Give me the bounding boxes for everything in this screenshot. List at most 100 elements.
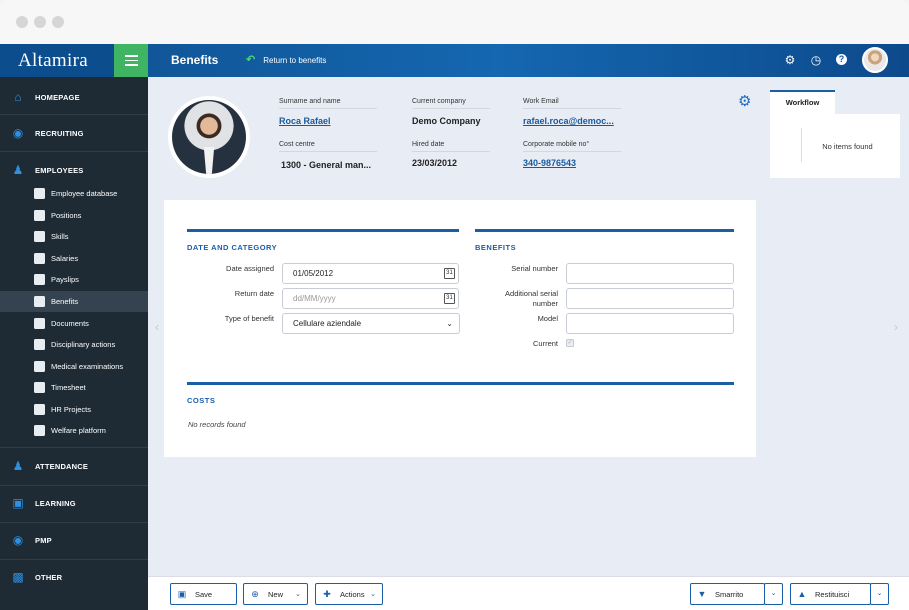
restituisci-button[interactable]: ▲ Restituisci — [790, 583, 871, 605]
restituisci-dropdown-button[interactable]: ⌄ — [870, 583, 889, 605]
tab-workflow[interactable]: Workflow — [770, 90, 835, 114]
return-arrow-icon: ↶ — [246, 54, 256, 66]
timesheet-icon — [34, 382, 45, 393]
sidebar-item-label: Skills — [51, 232, 69, 241]
sidebar-section-homepage[interactable]: ⌂ HOMEPAGE — [0, 79, 148, 115]
chevron-down-icon: ⌄ — [370, 591, 376, 598]
sidebar-item-medical-examinations[interactable]: Medical examinations — [0, 356, 148, 377]
learning-icon: ▣ — [12, 496, 24, 510]
smarrito-button[interactable]: ▼ Smarrito — [690, 583, 765, 605]
surname-label: Surname and name — [279, 98, 377, 109]
workflow-tab-strip — [835, 90, 900, 114]
welfare-icon — [34, 425, 45, 436]
actions-label: Actions — [340, 589, 365, 599]
hired-date-label: Hired date — [412, 141, 490, 152]
pmp-icon: ◉ — [12, 533, 24, 547]
sidebar-item-hr-projects[interactable]: HR Projects — [0, 399, 148, 420]
section-bar — [187, 229, 459, 232]
sidebar-section-learning[interactable]: ▣ LEARNING — [0, 485, 148, 521]
calendar-icon[interactable]: 31 — [444, 293, 455, 304]
return-to-benefits-link[interactable]: ↶ Return to benefits — [246, 44, 326, 77]
sidebar-item-label: Employee database — [51, 189, 118, 198]
save-button[interactable]: ▣ Save — [170, 583, 237, 605]
section-bar — [187, 382, 734, 385]
new-button[interactable]: ⊕ New ⌄ — [243, 583, 308, 605]
additional-serial-input[interactable] — [566, 288, 734, 309]
sidebar-section-other[interactable]: ▩ OTHER — [0, 559, 148, 595]
database-icon — [34, 188, 45, 199]
sidebar-item-label: Documents — [51, 319, 89, 328]
smarrito-dropdown-button[interactable]: ⌄ — [764, 583, 783, 605]
org-chart-icon — [34, 210, 45, 221]
sidebar-section-recruiting[interactable]: ◉ RECRUITING — [0, 115, 148, 151]
date-category-title: DATE AND CATEGORY — [187, 243, 278, 252]
sidebar-item-label: Payslips — [51, 275, 79, 284]
sidebar-item-disciplinary-actions[interactable]: Disciplinary actions — [0, 334, 148, 355]
page-title: Benefits — [171, 53, 219, 67]
sidebar-section-label: ATTENDANCE — [35, 461, 89, 471]
new-label: New — [268, 589, 284, 599]
sidebar-section-pmp[interactable]: ◉ PMP — [0, 522, 148, 558]
settings-icon[interactable]: ⚙ — [783, 53, 797, 67]
gear-icon[interactable]: ⚙ — [738, 94, 754, 110]
type-of-benefit-select[interactable]: Cellulare aziendale ⌄ — [282, 313, 460, 334]
user-avatar[interactable] — [862, 47, 888, 73]
previous-arrow-icon[interactable]: ‹ — [155, 320, 159, 334]
sidebar-item-timesheet[interactable]: Timesheet — [0, 377, 148, 398]
sidebar-item-label: Medical examinations — [51, 362, 124, 371]
home-icon: ⌂ — [14, 90, 22, 104]
email-link[interactable]: rafael.roca@democ... — [523, 116, 623, 126]
sidebar-item-employee-database[interactable]: Employee database — [0, 183, 148, 204]
menu-toggle-button[interactable] — [114, 44, 148, 77]
calendar-icon[interactable]: 31 — [444, 268, 455, 279]
sidebar-section-label: PMP — [35, 535, 52, 545]
sidebar-item-skills[interactable]: Skills — [0, 226, 148, 247]
section-bar — [475, 229, 734, 232]
actions-button[interactable]: ✚ Actions ⌄ — [315, 583, 383, 605]
chevron-down-icon: ⌄ — [446, 319, 453, 328]
help-icon[interactable]: ? — [836, 54, 847, 65]
attendance-icon: ♟ — [12, 459, 24, 473]
window-dot-close[interactable] — [16, 16, 28, 28]
recruiting-icon: ◉ — [12, 126, 24, 140]
sidebar-item-positions[interactable]: Positions — [0, 205, 148, 226]
app-logo[interactable]: Altamira — [0, 44, 114, 77]
benefits-icon — [34, 296, 45, 307]
serial-number-input[interactable] — [566, 263, 734, 284]
sidebar-item-documents[interactable]: Documents — [0, 313, 148, 334]
return-date-label: Return date — [234, 289, 274, 298]
sidebar-section-attendance[interactable]: ♟ ATTENDANCE — [0, 448, 148, 484]
model-input[interactable] — [566, 313, 734, 334]
sidebar-item-salaries[interactable]: Salaries — [0, 248, 148, 269]
sidebar-section-label: RECRUITING — [35, 128, 84, 138]
window-chrome — [0, 0, 909, 44]
window-dot-maximize[interactable] — [52, 16, 64, 28]
clock-icon[interactable]: ◷ — [809, 53, 823, 67]
window-dot-minimize[interactable] — [34, 16, 46, 28]
sidebar: ⌂ HOMEPAGE ◉ RECRUITING ♟ EMPLOYEES Empl… — [0, 77, 148, 610]
mobile-link[interactable]: 340-9876543 — [523, 158, 623, 168]
chevron-down-icon: ⌄ — [770, 590, 777, 597]
sidebar-item-label: Positions — [51, 211, 82, 220]
no-records-text: No records found — [188, 420, 246, 429]
next-arrow-icon[interactable]: › — [894, 320, 898, 334]
sidebar-item-welfare-platform[interactable]: Welfare platform — [0, 420, 148, 441]
smarrito-label: Smarrito — [715, 589, 744, 599]
return-date-input[interactable]: dd/MM/yyyy — [282, 288, 459, 309]
company-label: Current company — [412, 98, 490, 109]
sidebar-section-label: OTHER — [35, 572, 63, 582]
return-link-label: Return to benefits — [263, 56, 327, 65]
mobile-label: Corporate mobile no° — [523, 141, 621, 152]
save-icon: ▣ — [177, 588, 187, 599]
date-assigned-input[interactable]: 01/05/2012 — [282, 263, 459, 284]
current-checkbox[interactable]: ✓ — [566, 339, 574, 347]
employee-photo — [168, 96, 250, 178]
sidebar-item-label: HR Projects — [51, 405, 92, 414]
chevron-down-icon: ⌄ — [876, 590, 883, 597]
sidebar-item-benefits[interactable]: Benefits — [0, 291, 148, 312]
email-label: Work Email — [523, 98, 621, 109]
thumbs-down-icon: ▼ — [697, 589, 707, 599]
sidebar-item-payslips[interactable]: Payslips — [0, 269, 148, 290]
surname-link[interactable]: Roca Rafael — [279, 116, 379, 126]
sidebar-section-label: LEARNING — [35, 498, 76, 508]
